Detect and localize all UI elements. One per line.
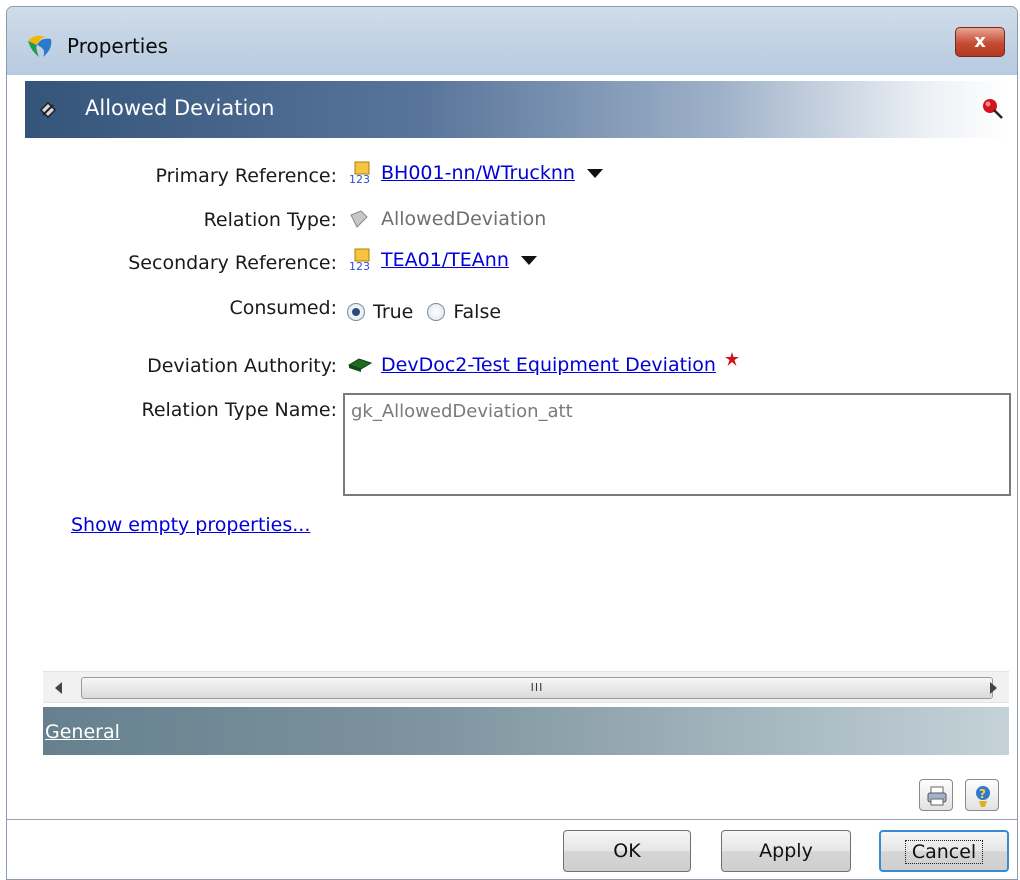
help-button[interactable]: ?: [965, 779, 999, 811]
scrollbar-thumb[interactable]: III: [81, 677, 993, 699]
footer-separator: [7, 819, 1017, 820]
print-icon: [927, 786, 947, 806]
svg-text:?: ?: [979, 787, 986, 801]
close-icon: x: [974, 31, 986, 52]
primary-reference-link[interactable]: BH001-nn/WTrucknn: [381, 162, 575, 184]
relation-type-name-label: Relation Type Name:: [141, 399, 337, 421]
relation-icon: [350, 210, 368, 228]
tab-general[interactable]: General: [45, 721, 120, 743]
deviation-authority-row: Deviation Authority: DevDoc2-Test Equipm…: [7, 351, 1007, 381]
app-icon: [28, 35, 52, 57]
show-empty-properties-link[interactable]: Show empty properties...: [71, 514, 310, 536]
cancel-button-label: Cancel: [904, 840, 984, 864]
primary-reference-row: Primary Reference: 123 BH001-nn/WTrucknn: [7, 161, 1007, 191]
diamond-pencil-icon: [39, 101, 57, 119]
svg-text:123: 123: [349, 260, 370, 272]
secondary-reference-row: Secondary Reference: 123 TEA01/TEAnn: [7, 248, 1007, 278]
item-revision-icon: 123: [349, 248, 370, 272]
consumed-label: Consumed:: [229, 297, 337, 319]
header-band: Allowed Deviation: [25, 81, 1011, 138]
tab-strip: General: [43, 707, 1009, 755]
item-revision-icon: 123: [349, 161, 370, 185]
close-button[interactable]: x: [955, 27, 1005, 57]
ok-button[interactable]: OK: [563, 830, 691, 872]
required-asterisk-icon: [724, 352, 739, 366]
pin-icon[interactable]: [979, 95, 1005, 121]
relation-type-name-row: Relation Type Name:: [7, 395, 337, 425]
consumed-true-radio[interactable]: [347, 303, 365, 321]
secondary-reference-label: Secondary Reference:: [128, 252, 337, 274]
title-bar[interactable]: Properties x: [7, 7, 1017, 75]
apply-button[interactable]: Apply: [721, 830, 851, 872]
help-icon: ?: [976, 786, 990, 807]
deviation-authority-link[interactable]: DevDoc2-Test Equipment Deviation: [381, 354, 716, 376]
deviation-authority-label: Deviation Authority:: [147, 355, 337, 377]
primary-reference-label: Primary Reference:: [155, 165, 337, 187]
consumed-false-radio[interactable]: [427, 303, 446, 321]
scrollbar-grip: III: [530, 681, 544, 694]
relation-type-row: Relation Type: AllowedDeviation: [7, 205, 1007, 235]
print-button[interactable]: [919, 779, 953, 811]
relation-type-value: AllowedDeviation: [381, 208, 547, 230]
svg-text:123: 123: [349, 173, 370, 185]
header-title: Allowed Deviation: [85, 96, 275, 120]
scroll-right-icon[interactable]: [990, 682, 997, 694]
document-green-icon: [347, 358, 373, 372]
consumed-row: Consumed: True False: [7, 295, 1007, 325]
chevron-down-icon[interactable]: [586, 168, 603, 178]
relation-type-label: Relation Type:: [203, 209, 337, 231]
consumed-false-label[interactable]: False: [453, 301, 501, 323]
relation-type-name-field[interactable]: gk_AllowedDeviation_att: [343, 393, 1011, 496]
properties-dialog: Properties x Allowed Deviation Primary R…: [6, 6, 1018, 880]
horizontal-scrollbar[interactable]: III: [43, 671, 1009, 703]
chevron-down-icon[interactable]: [520, 255, 537, 265]
secondary-reference-link[interactable]: TEA01/TEAnn: [381, 249, 509, 271]
window-title: Properties: [67, 34, 169, 58]
scroll-left-icon[interactable]: [55, 682, 62, 694]
cancel-button[interactable]: Cancel: [879, 830, 1009, 872]
consumed-true-label[interactable]: True: [373, 301, 413, 323]
